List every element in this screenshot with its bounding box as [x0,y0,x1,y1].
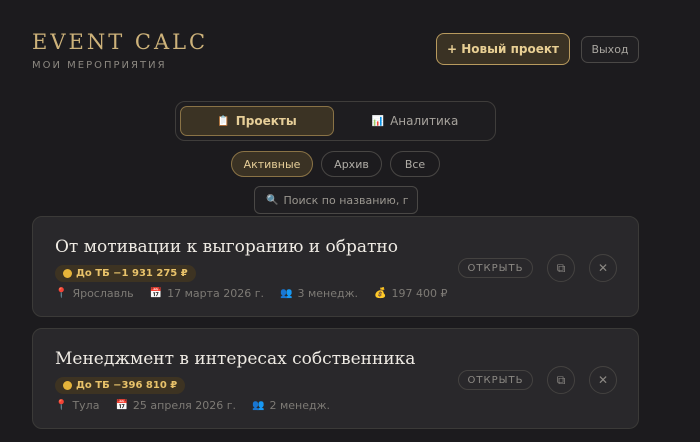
app-title: EVENT CALC [32,30,209,54]
meta-managers: 👥 2 менедж. [252,399,330,412]
copy-icon: ⧉ [556,260,566,275]
tab-analytics[interactable]: 📊 Аналитика [338,106,492,136]
new-project-button[interactable]: + Новый проект [436,33,570,65]
project-meta: 📍 Тула 📅 25 апреля 2026 г. 👥 2 менедж. [55,399,346,412]
calendar-icon: 📅 [149,288,163,299]
city-text: Тула [72,399,100,412]
meta-managers: 👥 3 менедж. [280,287,358,300]
search-box: 🔍 [254,186,418,214]
tab-projects[interactable]: 📋 Проекты [180,106,334,136]
filter-archive[interactable]: Архив [321,151,382,177]
calendar-icon: 📅 [115,400,128,411]
meta-date: 📅 17 марта 2026 г. [150,287,264,300]
search-input[interactable] [283,193,409,207]
app-subtitle: МОИ МЕРОПРИЯТИЯ [32,60,167,71]
meta-budget: 💰 197 400 ₽ [374,287,447,300]
money-bag-icon: 💰 [374,288,387,299]
people-icon: 👥 [280,288,293,299]
filter-active[interactable]: Активные [231,151,313,177]
open-button[interactable]: ОТКРЫТЬ [458,370,533,390]
date-text: 17 марта 2026 г. [167,287,265,300]
project-card[interactable]: От мотивации к выгоранию и обратно До ТБ… [32,216,639,317]
people-icon: 👥 [252,400,265,411]
break-even-badge: До ТБ −396 810 ₽ [55,377,186,394]
delete-button[interactable]: ✕ [589,366,617,394]
coin-icon [63,269,72,278]
city-text: Ярославль [72,287,134,300]
open-button[interactable]: ОТКРЫТЬ [458,258,533,278]
break-even-badge: До ТБ −1 931 275 ₽ [55,265,196,282]
view-tabs: 📋 Проекты 📊 Аналитика [175,101,496,141]
duplicate-button[interactable]: ⧉ [547,254,575,282]
delete-button[interactable]: ✕ [589,254,617,282]
filter-all[interactable]: Все [390,151,440,177]
meta-city: 📍 Ярославль [55,287,134,300]
date-text: 25 апреля 2026 г. [132,399,237,412]
copy-icon: ⧉ [556,372,566,387]
break-even-value: До ТБ −396 810 ₽ [76,380,178,391]
close-icon: ✕ [597,373,609,387]
coin-icon [63,381,72,390]
logout-button[interactable]: Выход [581,36,639,63]
project-card[interactable]: Менеджмент в интересах собственника До Т… [32,328,639,429]
tab-analytics-label: Аналитика [390,114,459,128]
pin-icon: 📍 [55,288,68,299]
duplicate-button[interactable]: ⧉ [547,366,575,394]
tab-projects-label: Проекты [235,114,297,128]
meta-city: 📍 Тула [55,399,99,412]
clipboard-icon: 📋 [217,115,230,127]
project-title: Менеджмент в интересах собственника [55,349,416,369]
managers-text: 2 менедж. [269,399,331,412]
budget-text: 197 400 ₽ [391,287,448,300]
close-icon: ✕ [597,261,609,275]
break-even-value: До ТБ −1 931 275 ₽ [76,268,188,279]
meta-date: 📅 25 апреля 2026 г. [115,399,236,412]
search-icon: 🔍 [266,194,279,206]
managers-text: 3 менедж. [297,287,359,300]
project-meta: 📍 Ярославль 📅 17 марта 2026 г. 👥 3 менед… [55,287,463,300]
bar-chart-icon: 📊 [371,115,385,127]
pin-icon: 📍 [55,400,68,411]
project-title: От мотивации к выгоранию и обратно [55,237,398,257]
